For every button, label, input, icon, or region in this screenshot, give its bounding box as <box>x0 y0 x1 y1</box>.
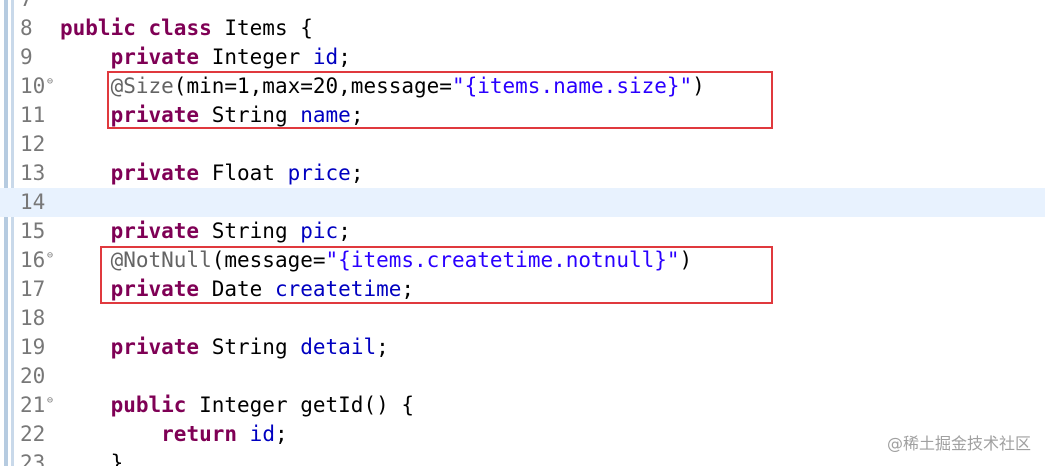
code-line[interactable]: 13 private Float price; <box>0 159 1045 188</box>
code-token: id <box>249 422 275 446</box>
code-line[interactable]: 21 ⊖ public Integer getId() { <box>0 391 1045 420</box>
code-token: return <box>161 422 238 446</box>
code-token: pic <box>300 219 339 243</box>
code-token: ; <box>338 219 351 243</box>
code-line[interactable]: 7 <box>0 0 1045 14</box>
code-token: Float <box>199 161 288 185</box>
code-token: ; <box>338 45 351 69</box>
code-token: Integer <box>199 45 313 69</box>
code-token: } <box>60 451 124 466</box>
code-line[interactable]: 15 private String pic; <box>0 217 1045 246</box>
code-token: Items { <box>211 16 313 40</box>
code-line[interactable]: 20 <box>0 362 1045 391</box>
line-number: 20 <box>20 364 46 388</box>
code-token: String <box>199 335 301 359</box>
code-editor[interactable]: 78public class Items {9 private Integer … <box>0 0 1045 466</box>
code-token: ; <box>350 161 364 185</box>
code-text[interactable]: return id; <box>60 420 288 449</box>
highlight-box-size-annotation <box>107 71 773 129</box>
code-text[interactable]: private String detail; <box>60 333 389 362</box>
line-number: 23 <box>20 451 46 466</box>
code-token: public <box>60 16 136 40</box>
code-line[interactable]: 9 private Integer id; <box>0 43 1045 72</box>
code-line[interactable]: 19 private String detail; <box>0 333 1045 362</box>
code-token: private <box>110 335 200 359</box>
code-line[interactable]: 14 <box>0 188 1045 217</box>
code-token: String <box>199 219 301 243</box>
code-text[interactable]: public Integer getId() { <box>60 391 414 420</box>
line-number: 19 <box>20 335 46 359</box>
line-number: 9 <box>20 45 33 69</box>
line-number: 14 <box>20 190 46 214</box>
line-number: 11 <box>20 103 46 127</box>
fold-toggle-icon[interactable]: ⊖ <box>47 396 53 406</box>
code-text[interactable]: private Integer id; <box>60 43 351 72</box>
line-number: 16 <box>20 248 46 272</box>
line-number: 7 <box>20 0 60 14</box>
line-number: 8 <box>20 16 33 40</box>
code-token: private <box>110 45 200 69</box>
highlight-box-notnull-annotation <box>100 246 773 304</box>
line-number: 10 <box>20 74 46 98</box>
line-number: 22 <box>20 422 46 446</box>
code-token: Integer getId() { <box>186 393 415 417</box>
fold-toggle-icon[interactable]: ⊖ <box>47 77 53 87</box>
code-token: id <box>312 45 339 69</box>
line-number: 21 <box>20 393 46 417</box>
code-line[interactable]: 18 <box>0 304 1045 333</box>
line-number: 15 <box>20 219 46 243</box>
code-token: ; <box>376 335 389 359</box>
code-text[interactable]: } <box>60 449 124 466</box>
code-text[interactable]: public class Items { <box>60 14 313 43</box>
code-token: price <box>287 161 351 185</box>
line-number: 12 <box>20 132 46 156</box>
code-token: detail <box>300 335 377 359</box>
code-token: private <box>110 219 200 243</box>
line-number: 18 <box>20 306 46 330</box>
code-token: class <box>148 16 212 40</box>
watermark: @稀土掘金技术社区 <box>886 434 1031 453</box>
code-text[interactable]: private String pic; <box>60 217 351 246</box>
code-line[interactable]: 12 <box>0 130 1045 159</box>
code-line[interactable]: 8 public class Items { <box>0 14 1045 43</box>
code-token: private <box>110 161 200 185</box>
code-token: ; <box>274 422 288 446</box>
code-token: public <box>110 393 187 417</box>
fold-toggle-icon[interactable]: ⊖ <box>47 251 53 261</box>
code-text[interactable]: private Float price; <box>60 159 364 188</box>
line-number: 17 <box>20 277 46 301</box>
line-number: 13 <box>20 161 46 185</box>
